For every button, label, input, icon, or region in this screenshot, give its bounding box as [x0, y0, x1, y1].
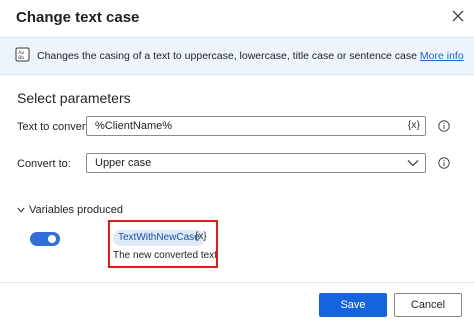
action-info-icon: Aa Bb	[15, 47, 30, 62]
footer-divider	[0, 282, 474, 283]
convert-to-label: Convert to:	[17, 158, 71, 170]
info-description: Changes the casing of a text to uppercas…	[37, 50, 464, 62]
help-icon[interactable]	[438, 157, 450, 169]
change-text-case-dialog: Change text case Aa Bb Changes the casin…	[0, 0, 474, 334]
variable-picker-button[interactable]: {x}	[195, 231, 207, 242]
variable-enable-toggle[interactable]	[30, 232, 60, 246]
save-button[interactable]: Save	[319, 293, 387, 317]
text-to-convert-input[interactable]: %ClientName% {x}	[86, 116, 426, 136]
text-to-convert-label: Text to convert:	[17, 121, 92, 133]
dialog-title: Change text case	[16, 9, 140, 26]
chevron-down-icon[interactable]	[17, 207, 25, 213]
variable-name-pill[interactable]: TextWithNewCase	[113, 230, 205, 246]
cancel-button[interactable]: Cancel	[394, 293, 462, 317]
text-to-convert-value: %ClientName%	[95, 120, 173, 132]
convert-to-value: Upper case	[95, 157, 152, 169]
close-icon[interactable]	[450, 8, 466, 24]
more-info-link[interactable]: More info	[420, 50, 464, 62]
variable-picker-button[interactable]: {x}	[408, 119, 420, 131]
help-icon[interactable]	[438, 120, 450, 132]
variables-produced-header[interactable]: Variables produced	[29, 204, 123, 216]
variable-description: The new converted text	[113, 250, 217, 261]
convert-to-select[interactable]: Upper case	[86, 153, 426, 173]
info-text: Changes the casing of a text to uppercas…	[37, 50, 417, 62]
toggle-knob	[48, 235, 56, 243]
svg-text:Bb: Bb	[18, 55, 24, 61]
section-title: Select parameters	[17, 90, 131, 106]
chevron-down-icon	[407, 160, 419, 167]
